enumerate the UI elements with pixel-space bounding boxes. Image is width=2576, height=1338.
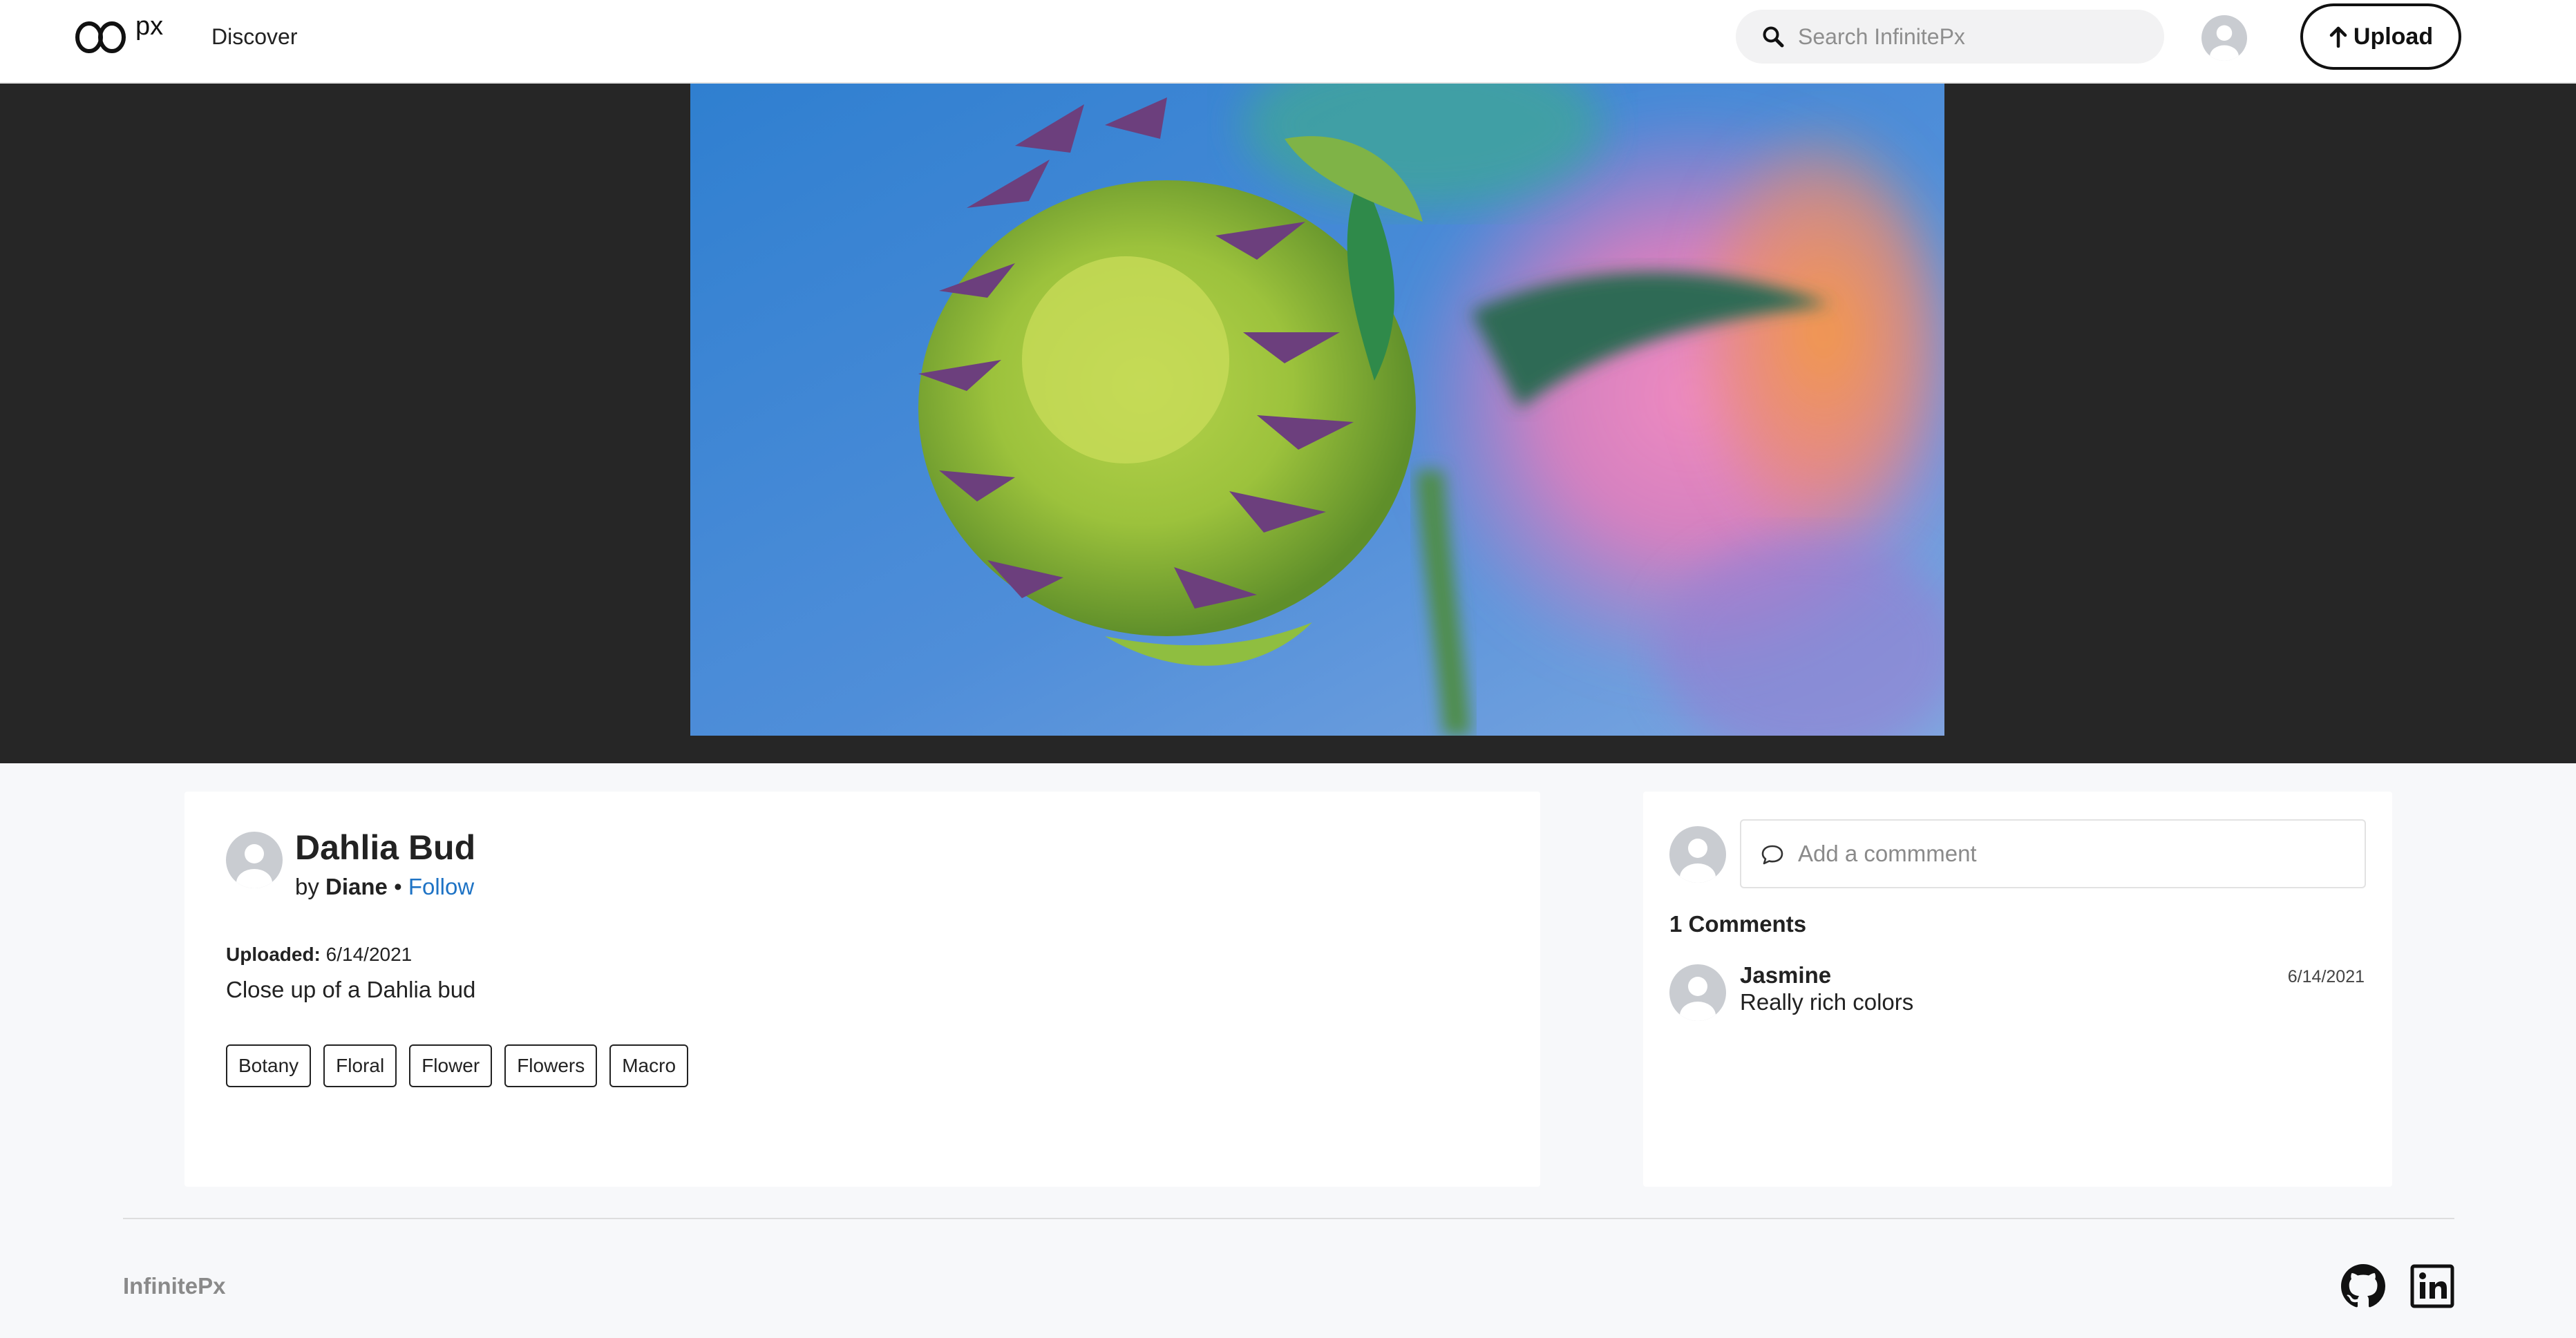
- linkedin-link[interactable]: [2410, 1264, 2454, 1308]
- linkedin-icon: [2410, 1264, 2454, 1308]
- search-input[interactable]: [1798, 10, 2143, 64]
- photo-viewer: [0, 84, 2576, 763]
- comments-card: 1 Comments Jasmine 6/14/2021 Really rich…: [1643, 792, 2392, 1187]
- tag-botany[interactable]: Botany: [226, 1044, 312, 1087]
- tag-flowers[interactable]: Flowers: [504, 1044, 598, 1087]
- upload-date-value: 6/14/2021: [325, 944, 413, 965]
- github-link[interactable]: [2341, 1264, 2385, 1308]
- user-avatar[interactable]: [2201, 15, 2247, 61]
- photo-description: Close up of a Dahlia bud: [226, 977, 476, 1002]
- photo-info-card: Dahlia Bud by Diane • Follow Uploaded: 6…: [184, 792, 1540, 1187]
- author-avatar[interactable]: [226, 832, 283, 888]
- comment-author-name[interactable]: Jasmine: [1740, 962, 1831, 989]
- footer-divider: [123, 1218, 2454, 1219]
- infinitepx-logo[interactable]: px: [75, 12, 175, 58]
- nav-discover-link[interactable]: Discover: [211, 22, 297, 51]
- comments-count: 1 Comments: [1669, 911, 1807, 937]
- search-bar[interactable]: [1736, 10, 2164, 64]
- byline-prefix: by: [295, 874, 319, 899]
- main-photo[interactable]: [690, 84, 1944, 736]
- logo-text: px: [135, 12, 163, 41]
- current-user-avatar: [1669, 826, 1726, 883]
- comment-input[interactable]: [1798, 821, 2351, 887]
- tag-flower[interactable]: Flower: [409, 1044, 493, 1087]
- byline: by Diane • Follow: [295, 873, 474, 901]
- footer-brand: InfinitePx: [123, 1273, 226, 1299]
- upload-button-label: Upload: [2353, 23, 2434, 50]
- tag-macro[interactable]: Macro: [609, 1044, 689, 1087]
- upload-date-label: Uploaded:: [226, 944, 321, 965]
- comment-text: Really rich colors: [1740, 989, 1914, 1015]
- tag-floral[interactable]: Floral: [323, 1044, 397, 1087]
- upload-date: Uploaded: 6/14/2021: [226, 942, 412, 967]
- follow-link[interactable]: Follow: [408, 874, 474, 899]
- byline-separator: •: [394, 874, 402, 899]
- comment-input-box[interactable]: [1740, 819, 2366, 888]
- comment-date: 6/14/2021: [2287, 967, 2365, 986]
- upload-button[interactable]: Upload: [2300, 3, 2461, 70]
- comment-author-avatar[interactable]: [1669, 964, 1726, 1021]
- search-icon: [1762, 26, 1784, 48]
- author-name-link[interactable]: Diane: [325, 874, 388, 899]
- github-icon: [2341, 1264, 2385, 1308]
- top-navbar: px Discover Upload: [0, 0, 2576, 84]
- arrow-up-icon: [2329, 26, 2347, 48]
- speech-bubble-icon: [1761, 843, 1784, 866]
- photo-title: Dahlia Bud: [295, 828, 476, 867]
- tag-list: Botany Floral Flower Flowers Macro: [226, 1044, 689, 1087]
